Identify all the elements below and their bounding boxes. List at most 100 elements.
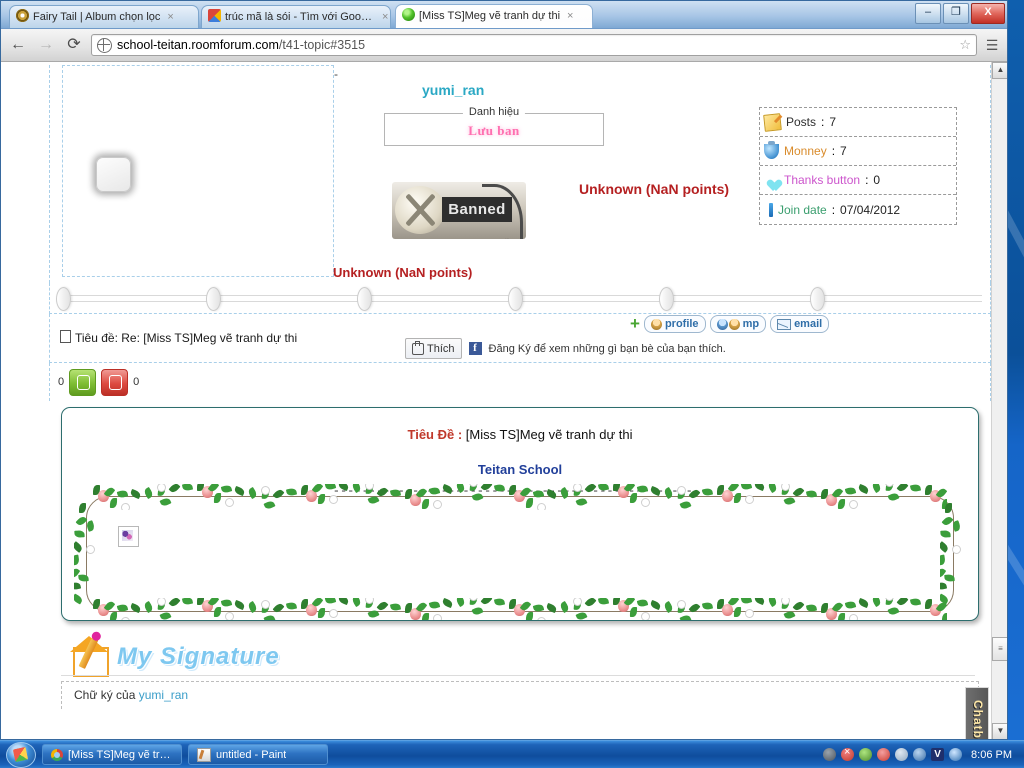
flower-shape (433, 500, 442, 510)
leaf-shape (233, 599, 246, 610)
divider-ring (56, 287, 71, 311)
leaf-shape (168, 484, 181, 495)
downvote-button[interactable] (101, 368, 129, 396)
tab-title: Fairy Tail | Album chọn lọc (33, 11, 161, 23)
tray-network-icon[interactable] (859, 748, 873, 761)
leaf-shape (350, 598, 363, 608)
plus-icon[interactable]: + (630, 315, 640, 332)
leaf-shape (454, 484, 467, 494)
facebook-like-button[interactable]: Thích (405, 338, 462, 359)
address-bar[interactable]: school-teitan.roomforum.com/t41-topic#35… (91, 34, 977, 56)
divider-ring (659, 287, 674, 311)
signature-owner-link[interactable]: yumi_ran (139, 688, 188, 702)
flower-shape (329, 495, 338, 505)
browser-tab-3-active[interactable]: [Miss TS]Meg vẽ tranh dự thi × (395, 4, 593, 28)
leaf-shape (493, 484, 506, 493)
start-button[interactable] (6, 741, 36, 768)
envelope-icon (777, 318, 792, 330)
leaf-shape (142, 486, 155, 499)
scroll-down-button[interactable]: ▼ (992, 723, 1007, 739)
tray-user-icon[interactable] (913, 748, 927, 761)
leaf-shape (74, 530, 85, 538)
tab-close-icon[interactable]: × (167, 11, 173, 23)
tab-close-icon[interactable]: × (382, 11, 388, 23)
vine-right (940, 503, 966, 605)
leaf-shape (575, 496, 588, 507)
divider-ring (810, 287, 825, 311)
thumbs-up-icon (77, 374, 91, 390)
rank-box: Danh hiệu Lưu ban (384, 106, 604, 146)
upvote-button[interactable] (69, 368, 97, 396)
username-link[interactable]: yumi_ran (422, 82, 484, 98)
taskbar-item-paint[interactable]: untitled - Paint (188, 744, 328, 765)
flower-shape (261, 599, 270, 609)
browser-tab-1[interactable]: Fairy Tail | Album chọn lọc × (9, 5, 199, 28)
subject-row: Tiêu đề: Re: [Miss TS]Meg vẽ tranh dự th… (49, 314, 991, 363)
facebook-notice: Đăng Ký để xem những gì bạn bè của bạn t… (488, 342, 726, 355)
like-label: Thích (427, 342, 455, 355)
vine-top (93, 484, 947, 510)
flower-shape (261, 485, 270, 495)
flower-shape (225, 497, 234, 507)
flower-shape (849, 500, 858, 510)
tray-error-icon[interactable] (841, 746, 855, 761)
leaf-shape (940, 541, 950, 553)
tab-title: trúc mã là sói - Tìm với Google (225, 11, 375, 23)
leaf-shape (837, 499, 846, 510)
flower-shape (641, 497, 650, 507)
leaf-shape (753, 484, 766, 492)
close-button[interactable]: X (971, 3, 1005, 24)
browser-tab-2[interactable]: trúc mã là sói - Tìm với Google × (201, 5, 391, 28)
mp-label: mp (742, 318, 760, 330)
taskbar-clock[interactable]: 8:06 PM (971, 749, 1012, 761)
tab-close-icon[interactable]: × (567, 10, 573, 22)
email-label: email (794, 318, 823, 330)
divider-ring (357, 287, 372, 311)
leaf-shape (272, 601, 285, 614)
scrollbar-thumb[interactable]: ≡ (992, 637, 1007, 661)
taskbar-item-chrome[interactable]: [Miss TS]Meg vẽ tranh... (42, 744, 182, 765)
tray-wifi-icon[interactable] (949, 748, 963, 761)
email-button[interactable]: email (770, 315, 830, 333)
maximize-button[interactable]: ❐ (943, 3, 969, 24)
tray-v-icon[interactable]: V (931, 748, 945, 761)
url-path: /t41-topic#3515 (278, 38, 366, 52)
leaf-shape (493, 598, 506, 607)
signature-body: Chữ ký của yumi_ran (61, 681, 979, 709)
green-dot-icon (402, 8, 415, 21)
chatbox-tab[interactable]: Chatbox (965, 687, 989, 739)
back-icon[interactable]: ← (7, 34, 29, 56)
upvote-count: 0 (58, 376, 65, 388)
people-icon (728, 318, 740, 330)
leaf-shape (941, 612, 947, 620)
leaf-shape (783, 609, 796, 620)
forward-icon[interactable]: → (35, 34, 57, 56)
profile-button[interactable]: profile (643, 315, 706, 333)
tray-volume-icon[interactable] (895, 748, 909, 761)
house-pencil-icon (70, 636, 111, 677)
tray-shield-icon[interactable] (823, 748, 837, 761)
reload-icon[interactable]: ⟳ (63, 34, 85, 56)
flower-shape (573, 598, 582, 606)
page-viewport: - yumi_ran Danh hiệu Lưu ban Banned Unkn… (1, 62, 1007, 739)
leaf-shape (74, 554, 80, 566)
leaf-shape (688, 601, 701, 614)
wrench-menu-icon[interactable]: ☰ (983, 37, 1001, 54)
leaf-shape (896, 484, 909, 493)
mp-button[interactable]: mp (709, 315, 767, 333)
avatar-column (62, 65, 334, 277)
tray-shield2-icon[interactable] (877, 748, 891, 761)
bookmark-star-icon[interactable]: ☆ (959, 37, 971, 53)
scroll-up-button[interactable]: ▲ (992, 62, 1007, 79)
signature-header: My Signature (49, 633, 991, 677)
stat-row-posts: Posts: 7 (760, 108, 956, 137)
note-icon (763, 112, 782, 132)
minimize-button[interactable]: – (915, 3, 941, 24)
subject-label: Tiêu đề: (75, 331, 118, 345)
leaf-shape (701, 601, 714, 611)
leaf-shape (285, 487, 298, 497)
leaf-shape (350, 484, 363, 494)
post-subject: Tiêu đề: Re: [Miss TS]Meg vẽ tranh dự th… (60, 330, 297, 345)
vertical-scrollbar[interactable]: ▲ ≡ ▼ (991, 62, 1007, 739)
stat-colon: : (831, 144, 836, 158)
